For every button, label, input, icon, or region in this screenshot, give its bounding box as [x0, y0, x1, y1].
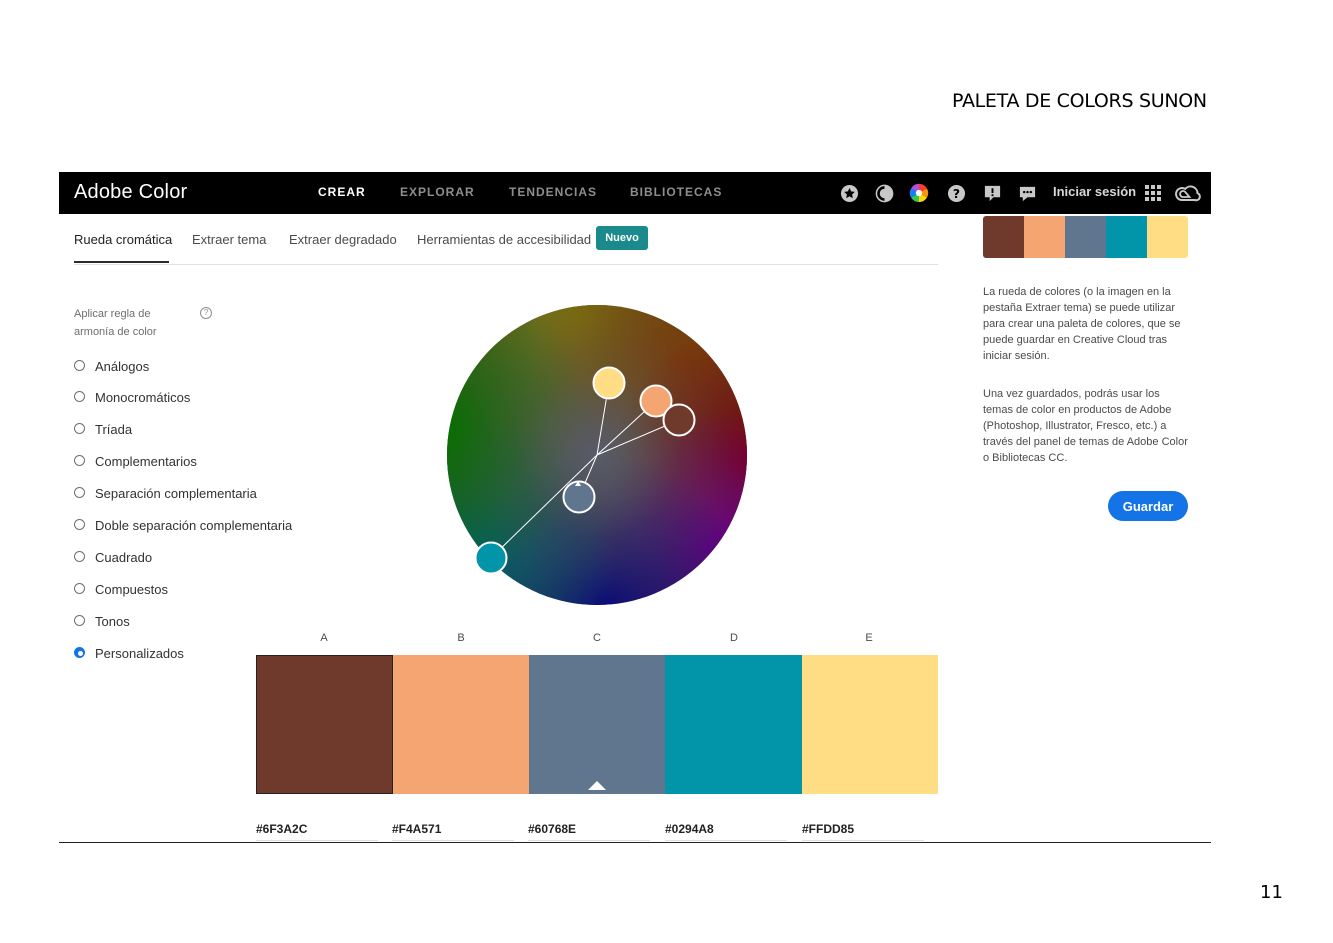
- nav-tendencias[interactable]: TENDENCIAS: [509, 185, 597, 199]
- hex-underline: [665, 840, 787, 841]
- swatch-b[interactable]: [393, 655, 529, 794]
- radio-icon[interactable]: [74, 487, 85, 498]
- help-icon[interactable]: ?: [946, 183, 966, 203]
- harmony-help-icon[interactable]: ?: [200, 307, 212, 319]
- harmony-option-monocromaticos[interactable]: Monocromáticos: [74, 390, 190, 405]
- info-paragraph-1: La rueda de colores (o la imagen en la p…: [983, 286, 1181, 362]
- swatch-e[interactable]: [802, 655, 938, 794]
- radio-icon[interactable]: [74, 615, 85, 626]
- radio-icon[interactable]: [74, 519, 85, 530]
- palette-preview-strip: [983, 216, 1188, 258]
- preview-swatch-b: [1024, 216, 1065, 258]
- svg-text:?: ?: [952, 186, 959, 200]
- new-badge: Nuevo: [596, 226, 648, 250]
- hex-input-a[interactable]: #6F3A2C: [256, 822, 307, 836]
- harmony-option-triada[interactable]: Tríada: [74, 422, 132, 437]
- hex-underline: [528, 840, 650, 841]
- radio-icon[interactable]: [74, 583, 85, 594]
- creative-cloud-icon[interactable]: [1174, 183, 1202, 203]
- hex-underline: [256, 840, 378, 841]
- nav-explorar[interactable]: EXPLORAR: [400, 185, 475, 199]
- column-letter-d: D: [730, 632, 738, 644]
- preview-swatch-c: [1065, 216, 1106, 258]
- active-tab-underline: [74, 261, 169, 263]
- hex-underline: [802, 840, 924, 841]
- tab-extraer-degradado[interactable]: Extraer degradado: [289, 232, 397, 247]
- harmony-option-compuestos[interactable]: Compuestos: [74, 582, 168, 597]
- preview-swatch-a: [983, 216, 1024, 258]
- hex-underline: [392, 840, 514, 841]
- harmony-option-analogos[interactable]: Análogos: [74, 359, 149, 374]
- subtab-bar: Rueda cromática Extraer tema Extraer deg…: [74, 224, 938, 265]
- swatch-c[interactable]: [529, 655, 665, 794]
- tab-extraer-tema[interactable]: Extraer tema: [192, 232, 266, 247]
- hex-input-d[interactable]: #0294A8: [665, 822, 714, 836]
- page-heading: PALETA DE COLORS SUNON: [952, 90, 1207, 112]
- feedback-icon[interactable]: [982, 183, 1002, 203]
- column-letter-e: E: [865, 632, 873, 644]
- color-handle-d[interactable]: [474, 541, 508, 575]
- color-handle-a[interactable]: [662, 403, 696, 437]
- star-icon[interactable]: [839, 183, 859, 203]
- chat-icon[interactable]: [1017, 183, 1037, 203]
- harmony-option-doble-separacion[interactable]: Doble separación complementaria: [74, 518, 292, 533]
- harmony-option-complementarios[interactable]: Complementarios: [74, 454, 197, 469]
- radio-icon[interactable]: [74, 360, 85, 371]
- contrast-icon[interactable]: [874, 183, 894, 203]
- hex-input-e[interactable]: #FFDD85: [802, 822, 854, 836]
- page-number: 11: [1260, 882, 1283, 903]
- harmony-option-separacion-complementaria[interactable]: Separación complementaria: [74, 486, 257, 501]
- tab-herramientas-accesibilidad[interactable]: Herramientas de accesibilidad: [417, 232, 591, 247]
- swatch-d[interactable]: [665, 655, 802, 794]
- tab-rueda-cromatica[interactable]: Rueda cromática: [74, 232, 172, 247]
- harmony-option-personalizados[interactable]: Personalizados: [74, 646, 184, 661]
- sign-in-link[interactable]: Iniciar sesión: [1053, 184, 1136, 199]
- column-letter-b: B: [457, 632, 465, 644]
- brand-logo[interactable]: Adobe Color: [74, 181, 187, 204]
- harmony-option-cuadrado[interactable]: Cuadrado: [74, 550, 152, 565]
- adobe-color-window: Adobe Color CREAR EXPLORAR TENDENCIAS BI…: [59, 172, 1211, 843]
- color-wheel[interactable]: [447, 305, 747, 605]
- save-button[interactable]: Guardar: [1108, 491, 1188, 521]
- column-letter-c: C: [593, 632, 601, 644]
- radio-icon[interactable]: [74, 391, 85, 402]
- color-wheel-icon[interactable]: [909, 183, 929, 203]
- info-paragraph-2: Una vez guardados, podrás usar los temas…: [983, 388, 1188, 464]
- radio-icon[interactable]: [74, 455, 85, 466]
- color-handle-e[interactable]: [592, 366, 626, 400]
- hex-input-c[interactable]: #60768E: [528, 822, 576, 836]
- harmony-option-tonos[interactable]: Tonos: [74, 614, 130, 629]
- swatch-a[interactable]: [256, 655, 393, 794]
- hex-input-b[interactable]: #F4A571: [392, 822, 441, 836]
- column-letter-a: A: [320, 632, 328, 644]
- palette-swatches: [256, 655, 938, 794]
- apps-grid-icon[interactable]: [1143, 183, 1163, 203]
- color-handle-c[interactable]: [562, 480, 596, 514]
- harmony-rule-label: Aplicar regla de armonía de color: [74, 308, 157, 338]
- radio-icon[interactable]: [74, 423, 85, 434]
- nav-bibliotecas[interactable]: BIBLIOTECAS: [630, 185, 722, 199]
- nav-crear[interactable]: CREAR: [318, 185, 366, 199]
- radio-checked-icon[interactable]: [74, 647, 85, 658]
- base-color-caret-icon: [588, 781, 606, 790]
- preview-swatch-e: [1147, 216, 1188, 258]
- preview-swatch-d: [1106, 216, 1147, 258]
- radio-icon[interactable]: [74, 551, 85, 562]
- top-navigation-bar: Adobe Color CREAR EXPLORAR TENDENCIAS BI…: [59, 172, 1211, 214]
